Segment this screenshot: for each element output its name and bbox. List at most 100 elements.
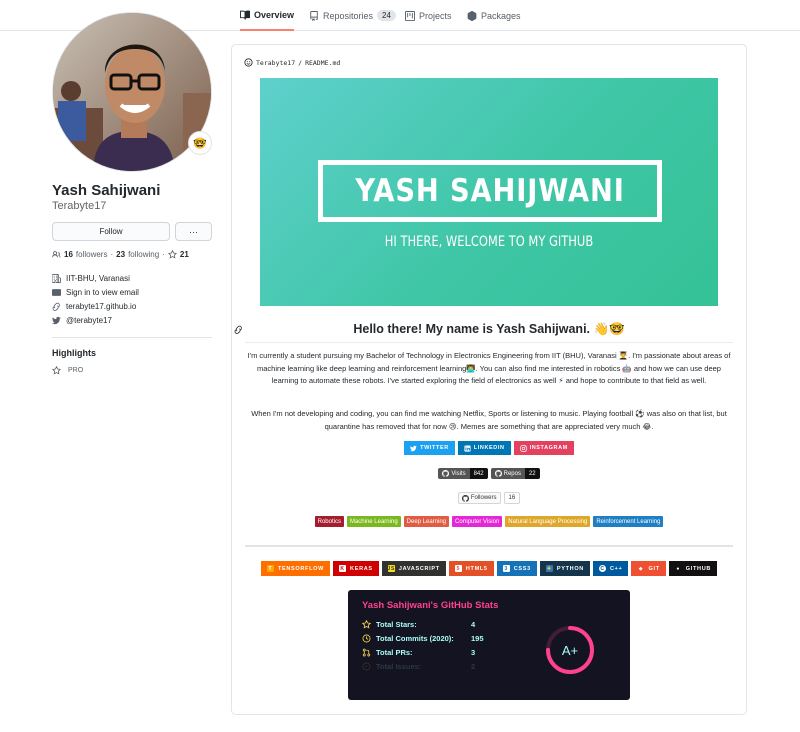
more-options-button[interactable]: ··· <box>175 222 212 241</box>
tensorflow-badge[interactable]: T TENSORFLOW <box>260 561 331 576</box>
topic-badge[interactable]: Natural Language Processing <box>505 516 591 527</box>
topic-badge[interactable]: Machine Learning <box>346 516 401 527</box>
banner-subtitle: HI THERE, WELCOME TO MY GITHUB <box>384 234 594 250</box>
pro-label: PRO <box>68 367 84 374</box>
readme-path: Terabyte17 / README.md <box>244 58 340 67</box>
github-icon <box>442 470 450 477</box>
javascript-badge[interactable]: JS JAVASCRIPT <box>381 561 446 576</box>
stat-separator: · <box>162 250 165 259</box>
email-link[interactable]: Sign in to view email <box>66 288 139 297</box>
tab-packages[interactable]: Packages <box>467 0 521 31</box>
github-icon <box>461 494 469 502</box>
stat-separator: · <box>110 250 114 259</box>
badge-label: INSTAGRAM <box>529 445 568 451</box>
badge-label: PYTHON <box>556 565 584 572</box>
organization-text: IIT-BHU, Varanasi <box>66 274 130 283</box>
tab-label: Projects <box>419 10 452 21</box>
html5-badge[interactable]: 5 HTML5 <box>448 561 494 576</box>
linkedin-icon <box>464 444 471 452</box>
avatar[interactable] <box>52 12 212 172</box>
keras-badge[interactable]: K KERAS <box>333 561 379 576</box>
social-badges: TWITTER LINKEDIN INSTAGRAM <box>231 441 747 455</box>
badge-label: CSS3 <box>513 565 531 572</box>
people-icon <box>52 251 61 258</box>
badge-label: LINKEDIN <box>473 445 505 451</box>
website-link[interactable]: terabyte17.github.io <box>66 302 136 311</box>
git-icon: ◆ <box>638 565 644 572</box>
tab-projects[interactable]: Projects <box>405 0 452 31</box>
tab-label: Packages <box>481 10 521 21</box>
topic-badge[interactable]: Reinforcement Learning <box>593 516 664 527</box>
tab-label: Overview <box>254 9 295 20</box>
follow-button[interactable]: Follow <box>52 222 170 241</box>
following-link[interactable]: following <box>128 250 159 259</box>
git-badge[interactable]: ◆ GIT <box>631 561 666 576</box>
badge-value: 16 <box>503 492 521 504</box>
keras-icon: K <box>339 565 347 572</box>
badge-label: JAVASCRIPT <box>398 565 440 572</box>
twitter-link[interactable]: @terabyte17 <box>66 316 112 325</box>
stat-label: Total Issues: <box>376 662 422 671</box>
profile-username: Terabyte17 <box>52 200 107 212</box>
twitter-badge[interactable]: TWITTER <box>404 441 455 455</box>
badge-label: KERAS <box>350 565 373 572</box>
badge-label: Visits <box>451 470 466 477</box>
repos-badge[interactable]: Repos 22 <box>490 468 540 479</box>
project-icon <box>405 10 415 21</box>
stat-row-commits: Total Commits (2020): 195 <box>362 634 484 643</box>
visits-badge[interactable]: Visits 842 <box>438 468 488 479</box>
vcard-website[interactable]: terabyte17.github.io <box>52 302 136 311</box>
cpp-badge[interactable]: C C++ <box>592 561 629 576</box>
instagram-badge[interactable]: INSTAGRAM <box>513 441 574 455</box>
stat-value: 3 <box>471 648 476 657</box>
linkedin-badge[interactable]: LINKEDIN <box>457 441 511 455</box>
pro-highlight: PRO <box>52 366 83 375</box>
css3-badge[interactable]: 3 CSS3 <box>496 561 537 576</box>
followers-link[interactable]: followers <box>76 250 108 259</box>
following-count[interactable]: 23 <box>116 250 125 259</box>
tech-badges: T TENSORFLOW K KERAS JS JAVASCRIPT 5 HTML5 3… <box>231 561 747 576</box>
tab-overview[interactable]: Overview <box>240 0 295 31</box>
clock-icon <box>362 634 371 643</box>
topic-badge[interactable]: Deep Learning <box>403 516 450 527</box>
topic-badge[interactable]: Robotics <box>314 516 344 527</box>
css3-icon: 3 <box>502 565 510 572</box>
python-badge[interactable]: ✚ PYTHON <box>539 561 590 576</box>
cpp-icon: C <box>598 565 606 572</box>
readme-banner: YASH SAHIJWANI HI THERE, WELCOME TO MY G… <box>260 78 718 306</box>
stat-row-stars: Total Stars: 4 <box>362 620 475 629</box>
count-badges: Visits 842 Repos 22 <box>231 468 747 479</box>
banner-title: YASH SAHIJWANI <box>355 173 625 209</box>
vcard-email[interactable]: Sign in to view email <box>52 288 139 297</box>
organization-icon <box>52 274 61 283</box>
banner-frame: YASH SAHIJWANI <box>318 160 662 222</box>
javascript-icon: JS <box>387 565 396 572</box>
followers-badge-row: Followers 16 <box>231 492 747 504</box>
heading-anchor[interactable] <box>234 325 243 336</box>
issue-icon <box>362 662 371 671</box>
instagram-icon <box>519 444 527 452</box>
status-emoji-button[interactable]: 🤓 <box>188 131 212 155</box>
github-icon: ● <box>676 565 681 572</box>
stat-label: Total PRs: <box>376 648 413 657</box>
vcard-twitter[interactable]: @terabyte17 <box>52 316 112 325</box>
github-icon <box>494 470 502 477</box>
readme-file-link[interactable]: README.md <box>305 59 340 67</box>
package-icon <box>467 10 477 21</box>
star-icon <box>362 620 371 629</box>
sidebar-divider <box>52 337 212 338</box>
github-badge[interactable]: ● GITHUB <box>668 561 718 576</box>
badge-label: C++ <box>609 565 623 572</box>
topic-badge[interactable]: Computer Vision <box>452 516 503 527</box>
mail-icon <box>52 289 61 296</box>
followers-badge[interactable]: Followers 16 <box>457 492 521 504</box>
repo-icon <box>310 10 318 21</box>
readme-divider <box>245 545 733 547</box>
tab-repositories[interactable]: Repositories 24 <box>309 0 396 31</box>
followers-count[interactable]: 16 <box>64 250 73 259</box>
badge-label: Followers <box>470 495 497 501</box>
readme-user-link[interactable]: Terabyte17 <box>256 59 295 67</box>
path-separator: / <box>298 58 303 67</box>
stat-value: 195 <box>471 634 484 643</box>
stars-count[interactable]: 21 <box>180 250 189 259</box>
